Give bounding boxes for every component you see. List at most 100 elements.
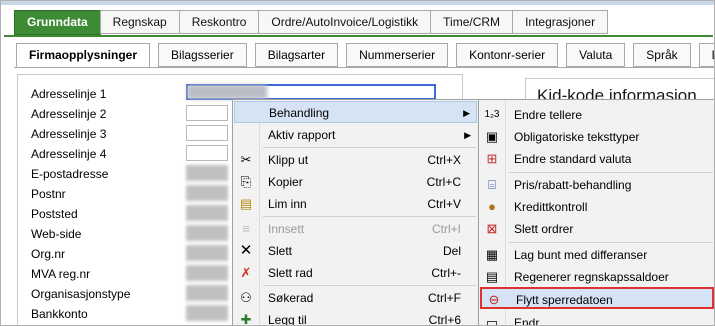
edit-icon: ▭ [485,315,499,326]
insert-icon: ≡ [242,221,250,236]
menu-label: Endre tellere [514,108,583,122]
poststed-input[interactable] [186,205,228,221]
subtab-bilagsserier[interactable]: Bilagsserier [158,43,247,67]
label-adresselinje-1: Adresselinje 1 [31,87,107,101]
submenu-item-obligatoriske-teksttyper[interactable]: ▣ Obligatoriske teksttyper [480,126,714,148]
subtab-bilagsarter[interactable]: Bilagsarter [254,43,339,67]
subtab-kontonr-serier[interactable]: Kontonr-serier [456,43,559,67]
subtab-sprak[interactable]: Språk [633,43,691,67]
tab-regnskap[interactable]: Regnskap [99,10,180,34]
org-nr-input[interactable] [186,245,228,261]
menu-item-innsett: ≡ Innsett Ctrl+I [234,218,477,240]
menu-label: Innsett [268,222,305,236]
menu-label: Lim inn [268,197,307,211]
menu-label: Legg til [268,313,307,326]
menu-separator [509,242,713,243]
label-epostadresse: E-postadresse [31,167,109,181]
sub-tab-bar: Firmaopplysninger Bilagsserier Bilagsart… [16,43,714,68]
regenerate-icon: ▤ [485,269,499,284]
submenu-arrow-icon: ▶ [463,108,470,118]
menu-shortcut: Ctrl+C [426,175,461,189]
menu-shortcut: Ctrl+V [427,197,461,211]
menu-label: Søkerad [268,291,314,305]
menu-separator [263,147,476,148]
label-bankkonto: Bankkonto [31,307,88,321]
application-window: Grunndata Regnskap Reskontro Ordre/AutoI… [0,0,715,326]
behandling-submenu: 1₂3 Endre tellere ▣ Obligatoriske tekstt… [478,99,714,326]
mva-reg-nr-input[interactable] [186,265,228,281]
menu-item-slett-rad[interactable]: ✗ Slett rad Ctrl+- [234,262,477,284]
submenu-arrow-icon: ▶ [464,130,471,140]
top-tab-bar: Grunndata Regnskap Reskontro Ordre/AutoI… [14,10,609,36]
price-icon: ⌸ [488,177,496,192]
submenu-item-pris-rabatt[interactable]: ⌸ Pris/rabatt-behandling [480,174,714,196]
binoculars-icon: ⚇ [240,290,252,305]
bankkonto-input[interactable] [186,305,228,321]
text-types-icon: ▣ [485,129,499,144]
menu-label: Kopier [268,175,303,189]
copy-icon: ⎘ [240,174,252,189]
paste-icon: ▤ [239,196,253,211]
menu-label: Endr [514,316,540,326]
submenu-item-lag-bunt[interactable]: ▦ Lag bunt med differanser [480,244,714,266]
menu-item-slett[interactable]: ✕ Slett Del [234,240,477,262]
menu-label: Slett [268,244,293,258]
subtab-firmaopplysninger[interactable]: Firmaopplysninger [16,43,151,68]
delete-orders-icon: ⊠ [486,221,498,236]
submenu-item-kredittkontroll[interactable]: ● Kredittkontroll [480,196,714,218]
menu-label: Behandling [269,106,330,120]
submenu-item-flytt-sperredatoen[interactable]: ⊖ Flytt sperredatoen [480,287,714,309]
menu-item-klipp-ut[interactable]: ✂ Klipp ut Ctrl+X [234,149,477,171]
menu-label: Klipp ut [268,153,309,167]
context-menu: Behandling ▶ Aktiv rapport ▶ ✂ Klipp ut … [232,99,479,326]
label-postnr: Postnr [31,187,66,201]
postnr-input[interactable] [186,185,228,201]
menu-item-sokerad[interactable]: ⚇ Søkerad Ctrl+F [234,287,477,309]
subtab-lar[interactable]: Lar [698,43,714,67]
submenu-item-endre-tellere[interactable]: 1₂3 Endre tellere [480,104,714,126]
menu-label: Obligatoriske teksttyper [514,130,640,144]
menu-shortcut: Ctrl+X [427,153,461,167]
add-icon: ✚ [240,312,252,326]
menu-label: Slett rad [268,266,313,280]
tab-time-crm[interactable]: Time/CRM [430,10,514,34]
label-adresselinje-3: Adresselinje 3 [31,127,107,141]
menu-item-kopier[interactable]: ⎘ Kopier Ctrl+C [234,171,477,193]
submenu-item-endr[interactable]: ▭ Endr [480,312,714,326]
submenu-item-slett-ordrer[interactable]: ⊠ Slett ordrer [480,218,714,240]
menu-shortcut: Ctrl+- [431,266,461,280]
adresselinje-4-input[interactable] [186,145,228,161]
adresselinje-2-input[interactable] [186,105,228,121]
organisasjonstype-input[interactable] [186,285,228,301]
subtab-nummerserier[interactable]: Nummerserier [346,43,449,67]
tab-grunndata[interactable]: Grunndata [14,10,101,35]
web-side-input[interactable] [186,225,228,241]
tab-underline [4,35,713,37]
subtab-valuta[interactable]: Valuta [566,43,626,67]
menu-item-aktiv-rapport[interactable]: Aktiv rapport ▶ [234,124,477,146]
label-organisasjonstype: Organisasjonstype [31,287,131,301]
menu-item-legg-til[interactable]: ✚ Legg til Ctrl+6 [234,309,477,326]
label-org-nr: Org.nr [31,247,66,261]
tab-reskontro[interactable]: Reskontro [178,10,260,34]
tab-integrasjoner[interactable]: Integrasjoner [512,10,609,34]
label-mva-reg-nr: MVA reg.nr [31,267,91,281]
menu-shortcut: Ctrl+6 [428,313,461,326]
menu-label: Lag bunt med differanser [514,248,648,262]
label-adresselinje-4: Adresselinje 4 [31,147,107,161]
batch-icon: ▦ [485,247,499,262]
submenu-item-endre-standard-valuta[interactable]: ⊞ Endre standard valuta [480,148,714,170]
adresselinje-3-input[interactable] [186,125,228,141]
delete-icon: ✕ [239,242,253,259]
menu-label: Slett ordrer [514,222,574,236]
menu-shortcut: Del [442,244,461,258]
menu-shortcut: Ctrl+F [428,291,461,305]
tab-ordre[interactable]: Ordre/AutoInvoice/Logistikk [258,10,432,34]
menu-separator [509,172,713,173]
menu-item-behandling[interactable]: Behandling ▶ [234,101,477,123]
menu-item-lim-inn[interactable]: ▤ Lim inn Ctrl+V [234,193,477,215]
lock-date-icon: ⊖ [488,292,500,307]
redacted-value [187,85,267,99]
epostadresse-input[interactable] [186,165,228,181]
submenu-item-regenerer-saldoer[interactable]: ▤ Regenerer regnskapssaldoer [480,266,714,288]
